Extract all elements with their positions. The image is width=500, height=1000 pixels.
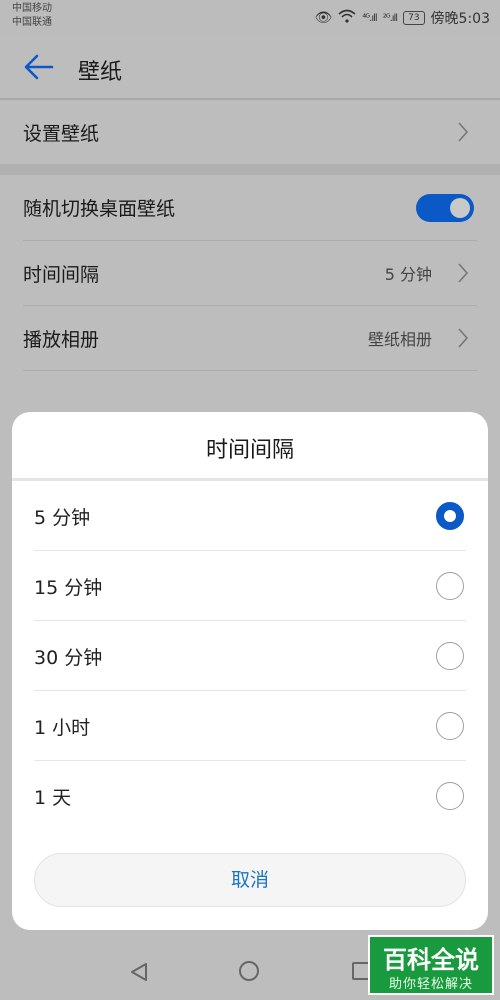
option-5-min[interactable]: 5 分钟: [12, 481, 488, 551]
option-30-min[interactable]: 30 分钟: [12, 621, 488, 691]
option-label: 1 天: [34, 787, 72, 809]
watermark-subtitle: 助你轻松解决: [388, 977, 473, 992]
cancel-button[interactable]: 取消: [34, 853, 466, 907]
interval-row[interactable]: 时间间隔 5 分钟: [0, 241, 500, 305]
set-wallpaper-row[interactable]: 设置壁纸: [0, 100, 500, 164]
interval-value: 5 分钟: [384, 265, 432, 284]
eye-icon: 👁: [314, 10, 333, 26]
option-label: 5 分钟: [34, 507, 91, 529]
wifi-icon: [338, 9, 356, 27]
status-icons: 👁 ⁴ᴳ.ıll ²ᴳ.ıll 73 傍晚5:03: [314, 8, 490, 28]
chevron-right-icon: [458, 122, 469, 142]
radio-unchecked-icon[interactable]: [436, 712, 464, 740]
option-label: 30 分钟: [34, 647, 103, 669]
back-arrow-icon[interactable]: [22, 52, 56, 82]
radio-checked-icon[interactable]: [436, 502, 464, 530]
option-1-hour[interactable]: 1 小时: [12, 691, 488, 761]
status-bar: 中国移动 中国联通 👁 ⁴ᴳ.ıll ²ᴳ.ıll 73 傍晚5:03: [0, 0, 500, 36]
option-label: 15 分钟: [34, 577, 103, 599]
album-value: 壁纸相册: [367, 330, 432, 349]
nav-home-icon[interactable]: [239, 961, 259, 981]
toggle-knob: [450, 198, 470, 218]
random-switch-row: 随机切换桌面壁纸: [0, 175, 500, 240]
nav-back-icon[interactable]: [128, 961, 150, 983]
battery-icon: 73: [403, 11, 425, 25]
random-switch-toggle[interactable]: [416, 194, 474, 222]
signal-icon-2: ²ᴳ.ıll: [382, 12, 398, 24]
set-wallpaper-label: 设置壁纸: [23, 122, 100, 145]
carrier-2: 中国联通: [12, 17, 52, 28]
page-title: 壁纸: [78, 60, 123, 85]
random-switch-label: 随机切换桌面壁纸: [23, 198, 176, 220]
clock: 傍晚5:03: [430, 11, 490, 27]
option-1-day[interactable]: 1 天: [12, 761, 488, 831]
watermark-title: 百科全说: [383, 946, 479, 974]
dialog-title: 时间间隔: [205, 438, 294, 463]
chevron-right-icon: [458, 263, 469, 283]
section-gap: [0, 164, 500, 175]
album-row[interactable]: 播放相册 壁纸相册: [0, 306, 500, 370]
album-label: 播放相册: [23, 328, 100, 351]
carrier-1: 中国移动: [12, 3, 52, 14]
radio-unchecked-icon[interactable]: [436, 782, 464, 810]
signal-icon-1: ⁴ᴳ.ıll: [362, 12, 377, 24]
chevron-right-icon: [458, 328, 469, 348]
watermark-logo: 百科全说 助你轻松解决: [368, 935, 494, 995]
radio-unchecked-icon[interactable]: [436, 572, 464, 600]
row-divider: [23, 370, 477, 371]
interval-label: 时间间隔: [23, 263, 100, 286]
interval-dialog: 时间间隔 5 分钟 15 分钟 30 分钟 1 小时 1 天 取消: [12, 412, 488, 930]
option-15-min[interactable]: 15 分钟: [12, 551, 488, 621]
app-header: 壁纸: [0, 36, 500, 98]
radio-unchecked-icon[interactable]: [436, 642, 464, 670]
option-label: 1 小时: [34, 717, 91, 739]
